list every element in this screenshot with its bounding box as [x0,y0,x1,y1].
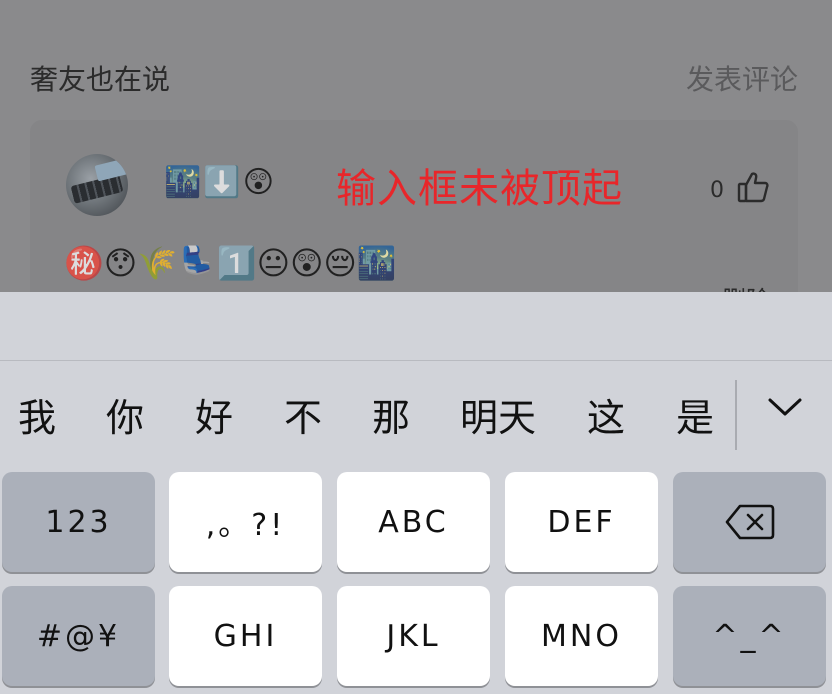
candidate-word[interactable]: 这 [587,396,625,440]
candidate-word[interactable]: 是 [676,396,714,440]
candidate-word[interactable]: 我 [18,396,56,440]
comment-card: 🌃⬇️😲 输入框未被顶起 0 ㊙️😯🌾💺1️⃣😐😲😔🌃 删除 [30,120,798,320]
avatar[interactable] [66,154,128,216]
chevron-down-icon[interactable] [766,394,804,420]
key-jkl[interactable]: JKL [337,586,490,686]
key-emoticon[interactable]: ^_^ [673,586,826,686]
annotation-text: 输入框未被顶起 [336,166,623,212]
candidate-word[interactable]: 明天 [460,396,536,440]
post-comment-button[interactable]: 发表评论 [686,58,798,98]
key-def[interactable]: DEF [505,472,658,572]
comment-username: 🌃⬇️😲 [164,165,276,200]
comment-text: ㊙️😯🌾💺1️⃣😐😲😔🌃 [64,244,397,282]
backspace-key[interactable] [673,472,826,572]
key-punctuation[interactable]: ,。?! [169,472,322,572]
backspace-icon [725,504,774,540]
key-ghi[interactable]: GHI [169,586,322,686]
candidate-word[interactable]: 那 [372,396,410,440]
like-count: 0 [710,178,724,203]
keyboard: 我 你 好 不 那 明天 这 是 123 ,。?! ABC DEF #@¥ GH… [0,292,832,694]
key-mno[interactable]: MNO [505,586,658,686]
keyboard-input-bar[interactable] [0,292,832,361]
candidate-divider [735,380,737,450]
section-title: 奢友也在说 [30,63,171,96]
candidate-word[interactable]: 不 [284,396,322,440]
candidate-word[interactable]: 你 [106,396,144,440]
thumbs-up-icon[interactable] [736,170,770,204]
candidate-word[interactable]: 好 [195,396,233,440]
key-abc[interactable]: ABC [337,472,490,572]
key-symbols[interactable]: #@¥ [2,586,155,686]
key-123[interactable]: 123 [2,472,155,572]
